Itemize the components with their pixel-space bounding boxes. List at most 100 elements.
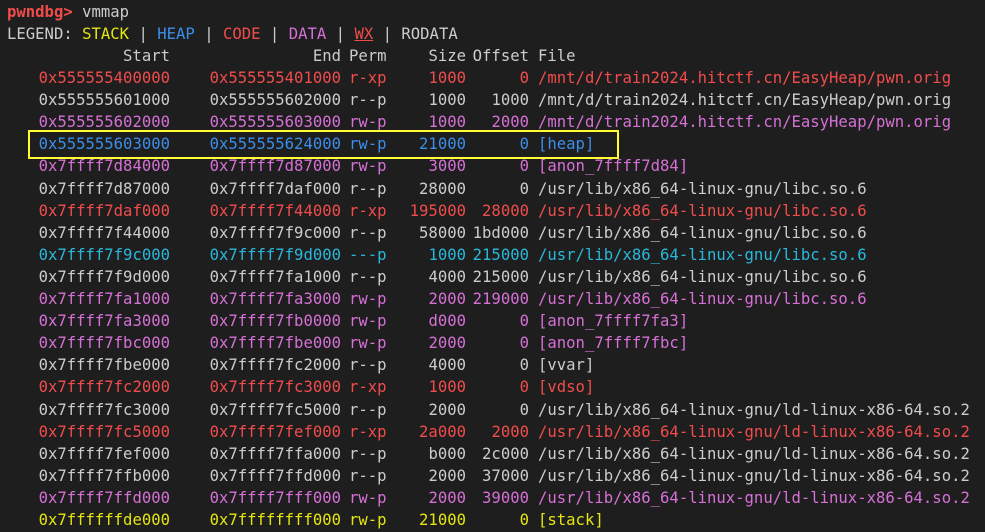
table-row: 0x7ffff7fbc000 0x7ffff7fbe000 rw-p 2000 0 [an… bbox=[0, 332, 985, 354]
row-offset: 215000 bbox=[472, 245, 529, 264]
row-start-address: 0x7ffff7f9d000 bbox=[38, 267, 170, 286]
row-permissions: r-xp bbox=[349, 422, 387, 441]
row-end-address: 0x7ffff7ffd000 bbox=[209, 466, 341, 485]
legend-wx: WX bbox=[354, 25, 374, 43]
row-offset: 0 bbox=[519, 378, 529, 397]
table-row: 0x7ffff7ffb000 0x7ffff7ffd000 r--p 2000 3700… bbox=[0, 465, 985, 487]
row-size: 4000 bbox=[428, 356, 466, 375]
legend-heap: HEAP bbox=[157, 25, 195, 43]
row-file-path: /usr/lib/x86_64-linux-gnu/libc.so.6 bbox=[538, 223, 867, 242]
row-permissions: rw-p bbox=[349, 312, 387, 331]
row-size: 2000 bbox=[428, 466, 466, 485]
row-file-path: /usr/lib/x86_64-linux-gnu/ld-linux-x86-6… bbox=[538, 466, 970, 485]
table-row: 0x7ffff7f9c000 0x7ffff7f9d000 ---p 1000 2150… bbox=[0, 244, 985, 266]
row-permissions: r--p bbox=[349, 179, 387, 198]
legend-label: LEGEND: bbox=[7, 25, 73, 43]
row-offset: 215000 bbox=[472, 267, 529, 286]
row-end-address: 0x7ffff7fbe000 bbox=[209, 334, 341, 353]
table-row: 0x7ffff7fef000 0x7ffff7ffa000 r--p b000 2c00… bbox=[0, 443, 985, 465]
row-file-path: [vvar] bbox=[538, 356, 595, 375]
row-offset: 0 bbox=[519, 511, 529, 529]
pwndbg-prompt: pwndbg> bbox=[7, 3, 73, 21]
row-size: 2000 bbox=[428, 334, 466, 353]
row-end-address: 0x7ffff7fff000 bbox=[209, 488, 341, 507]
row-end-address: 0x7ffff7fc3000 bbox=[209, 378, 341, 397]
legend-separator: | bbox=[204, 25, 214, 43]
table-row: 0x555555400000 0x555555401000 r-xp 1000 0/mn… bbox=[0, 67, 985, 89]
row-permissions: rw-p bbox=[349, 290, 387, 308]
row-start-address: 0x7ffff7fa3000 bbox=[38, 312, 170, 331]
row-permissions: r--p bbox=[349, 91, 387, 110]
column-header-row: Start End Perm Size Offset File bbox=[0, 45, 985, 67]
row-end-address: 0x7ffff7fc2000 bbox=[209, 356, 341, 375]
row-end-address: 0x7ffff7ffa000 bbox=[209, 444, 341, 463]
heap-highlight-box bbox=[28, 130, 619, 159]
legend-code: CODE bbox=[222, 25, 261, 43]
row-size: 28000 bbox=[419, 179, 466, 198]
terminal-window[interactable]: pwndbg> vmmap LEGEND: STACK | HEAP | COD… bbox=[0, 0, 985, 532]
row-start-address: 0x7ffff7d87000 bbox=[38, 179, 170, 198]
row-end-address: 0x7ffff7daf000 bbox=[209, 179, 341, 198]
row-size: 2000 bbox=[428, 488, 466, 507]
row-file-path: /usr/lib/x86_64-linux-gnu/ld-linux-x86-6… bbox=[538, 488, 970, 507]
row-offset: 28000 bbox=[482, 201, 529, 220]
table-row: 0x7ffff7fc3000 0x7ffff7fc5000 r--p 2000 0/us… bbox=[0, 399, 985, 421]
row-start-address: 0x7ffff7ffb000 bbox=[38, 466, 170, 485]
row-offset: 219000 bbox=[472, 290, 529, 308]
col-size-header: Size bbox=[428, 47, 466, 65]
table-row: 0x7ffff7ffd000 0x7ffff7fff000 rw-p 2000 3900… bbox=[0, 487, 985, 509]
col-start-header: Start bbox=[123, 47, 170, 65]
row-size: 21000 bbox=[419, 511, 466, 529]
row-file-path: /usr/lib/x86_64-linux-gnu/ld-linux-x86-6… bbox=[538, 444, 970, 463]
row-end-address: 0x7ffff7f9d000 bbox=[209, 245, 341, 264]
table-row: 0x7ffff7fa1000 0x7ffff7fa3000 rw-p 2000 2190… bbox=[0, 288, 985, 310]
row-offset: 37000 bbox=[482, 466, 529, 485]
row-start-address: 0x7ffff7fef000 bbox=[38, 444, 170, 463]
row-start-address: 0x555555601000 bbox=[38, 91, 170, 110]
row-permissions: r--p bbox=[349, 356, 387, 375]
table-row: 0x7ffff7fbe000 0x7ffff7fc2000 r--p 4000 0 [vv… bbox=[0, 354, 985, 376]
row-file-path: /usr/lib/x86_64-linux-gnu/libc.so.6 bbox=[538, 245, 867, 264]
row-permissions: r--p bbox=[349, 444, 387, 463]
row-permissions: r--p bbox=[349, 400, 387, 419]
row-size: 1000 bbox=[428, 245, 466, 264]
row-file-path: [anon_7ffff7fa3] bbox=[538, 312, 689, 331]
row-start-address: 0x7ffff7fc5000 bbox=[38, 422, 170, 441]
row-end-address: 0x7ffff7f44000 bbox=[209, 201, 341, 220]
row-start-address: 0x7ffff7fbc000 bbox=[38, 334, 170, 353]
row-size: 1000 bbox=[428, 69, 466, 87]
row-size: 2a000 bbox=[419, 422, 466, 441]
row-file-path: /usr/lib/x86_64-linux-gnu/ld-linux-x86-6… bbox=[538, 400, 970, 419]
row-end-address: 0x7ffff7f9c000 bbox=[209, 223, 341, 242]
row-offset: 0 bbox=[519, 179, 529, 198]
row-file-path: /usr/lib/x86_64-linux-gnu/ld-linux-x86-6… bbox=[538, 422, 970, 441]
row-permissions: rw-p bbox=[349, 334, 387, 353]
row-permissions: r--p bbox=[349, 223, 387, 242]
row-file-path: /usr/lib/x86_64-linux-gnu/libc.so.6 bbox=[538, 290, 867, 308]
table-row: 0x555555601000 0x555555602000 r--p 1000 1000… bbox=[0, 89, 985, 111]
row-end-address: 0x7ffff7fc5000 bbox=[209, 400, 341, 419]
row-start-address: 0x7ffff7ffd000 bbox=[38, 488, 170, 507]
row-permissions: r-xp bbox=[349, 69, 387, 87]
row-permissions: r-xp bbox=[349, 201, 387, 220]
table-row: 0x7ffff7fc5000 0x7ffff7fef000 r-xp 2a000 200… bbox=[0, 421, 985, 443]
row-start-address: 0x7ffff7fa1000 bbox=[38, 290, 170, 308]
row-file-path: /mnt/d/train2024.hitctf.cn/EasyHeap/pwn.… bbox=[538, 69, 952, 87]
row-end-address: 0x7ffff7fa3000 bbox=[209, 290, 341, 308]
command-text: vmmap bbox=[72, 3, 130, 21]
row-end-address: 0x7ffffffff000 bbox=[209, 511, 341, 529]
legend-rodata: RODATA bbox=[401, 25, 458, 43]
row-size: 1000 bbox=[428, 378, 466, 397]
row-permissions: r--p bbox=[349, 466, 387, 485]
legend-separator: | bbox=[138, 25, 148, 43]
table-row: 0x7ffff7fa3000 0x7ffff7fb0000 rw-p d000 0 [an… bbox=[0, 310, 985, 332]
legend-separator: | bbox=[335, 25, 346, 43]
row-permissions: rw-p bbox=[349, 511, 387, 529]
row-size: b000 bbox=[428, 444, 466, 463]
row-offset: 0 bbox=[519, 69, 529, 87]
row-file-path: [stack] bbox=[538, 511, 604, 529]
row-start-address: 0x555555400000 bbox=[38, 69, 170, 87]
row-start-address: 0x7ffff7fc3000 bbox=[38, 400, 170, 419]
row-permissions: rw-p bbox=[349, 488, 387, 507]
legend-line: LEGEND: STACK | HEAP | CODE | DATA | WX … bbox=[7, 23, 458, 45]
